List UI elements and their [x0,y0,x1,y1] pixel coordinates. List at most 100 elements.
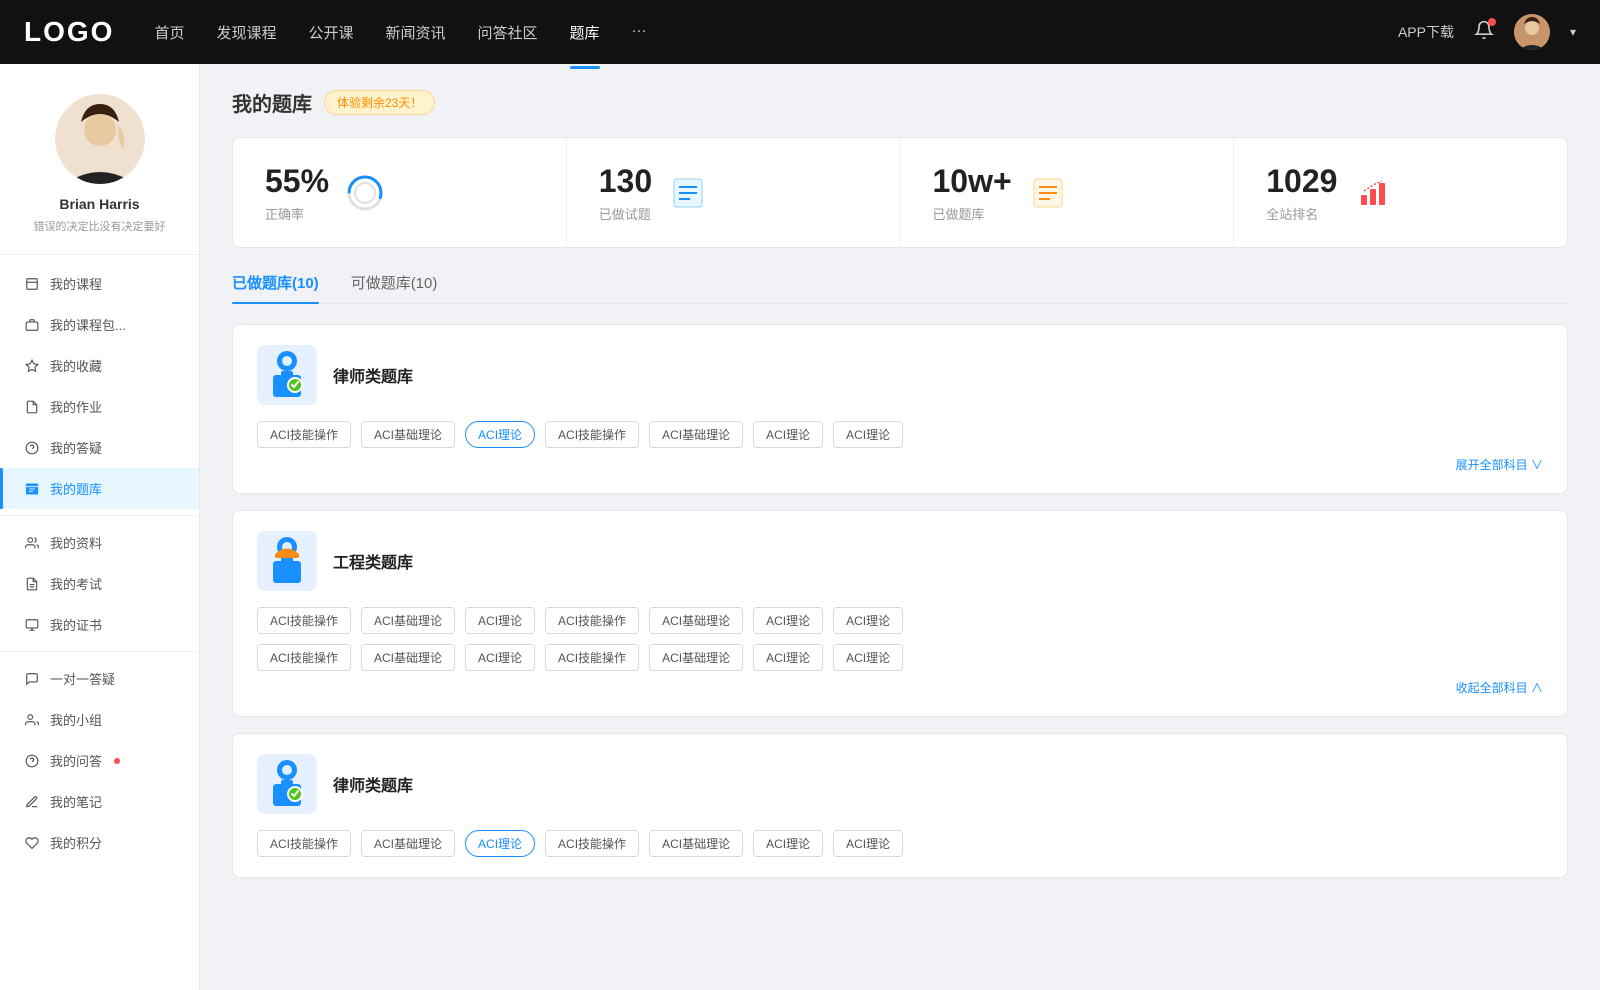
tag-1-4[interactable]: ACI基础理论 [649,421,743,448]
nav-menu: 首页 发现课程 公开课 新闻资讯 问答社区 题库 ··· [154,18,1398,47]
sidebar-label-one-one: 一对一答疑 [50,669,115,688]
tag-2-13[interactable]: ACI理论 [833,644,903,671]
sidebar-item-my-exam[interactable]: 我的考试 [0,563,199,604]
sidebar-label-cert: 我的证书 [50,615,102,634]
favorites-icon [24,358,40,374]
tag-2-10[interactable]: ACI技能操作 [545,644,639,671]
sidebar-label-answers: 我的问答 [50,751,102,770]
sidebar-item-one-one-qa[interactable]: 一对一答疑 [0,658,199,699]
sidebar-label-data: 我的资料 [50,533,102,552]
sidebar-item-my-points[interactable]: 我的积分 [0,822,199,863]
sidebar-label-exam: 我的考试 [50,574,102,593]
tag-3-0[interactable]: ACI技能操作 [257,830,351,857]
tab-available-banks[interactable]: 可做题库(10) [351,272,438,303]
nav-discover[interactable]: 发现课程 [216,18,276,47]
avatar[interactable] [1514,14,1550,50]
navbar: LOGO 首页 发现课程 公开课 新闻资讯 问答社区 题库 ··· APP下载 [0,0,1600,64]
bank-card-lawyer-2: 律师类题库 ACI技能操作 ACI基础理论 ACI理论 ACI技能操作 ACI基… [232,733,1568,878]
nav-home[interactable]: 首页 [154,18,184,47]
my-data-icon [24,535,40,551]
stat-banks-text: 10w+ 已做题库 [933,162,1012,223]
tag-3-4[interactable]: ACI基础理论 [649,830,743,857]
tag-2-8[interactable]: ACI基础理论 [361,644,455,671]
my-qa-icon [24,440,40,456]
one-one-qa-icon [24,671,40,687]
app-download-link[interactable]: APP下载 [1398,22,1454,42]
sidebar-motto: 错误的决定比没有决定要好 [34,218,166,234]
navbar-right: APP下载 ▾ [1398,14,1576,50]
sidebar-username: Brian Harris [59,196,139,212]
course-packs-icon [24,317,40,333]
sidebar-label-courses: 我的课程 [50,274,102,293]
stat-correct-text: 55% 正确率 [265,162,329,223]
stat-banks-label: 已做题库 [933,204,1012,223]
my-courses-icon [24,276,40,292]
user-menu-chevron[interactable]: ▾ [1570,25,1576,39]
sidebar-avatar[interactable] [55,94,145,184]
bank-card-header-1: 律师类题库 [257,345,1543,405]
nav-news[interactable]: 新闻资讯 [386,18,446,47]
nav-bank[interactable]: 题库 [570,18,600,47]
tag-3-6[interactable]: ACI理论 [833,830,903,857]
sidebar-label-packs: 我的课程包... [50,315,126,334]
tag-2-4[interactable]: ACI基础理论 [649,607,743,634]
tag-2-3[interactable]: ACI技能操作 [545,607,639,634]
tag-2-9[interactable]: ACI理论 [465,644,535,671]
logo: LOGO [24,16,114,48]
tag-2-0[interactable]: ACI技能操作 [257,607,351,634]
tag-2-2[interactable]: ACI理论 [465,607,535,634]
site-rank-icon [1353,173,1393,213]
sidebar-label-points: 我的积分 [50,833,102,852]
tag-1-5[interactable]: ACI理论 [753,421,823,448]
tag-3-5[interactable]: ACI理论 [753,830,823,857]
sidebar-item-my-courses[interactable]: 我的课程 [0,263,199,304]
sidebar-item-my-cert[interactable]: 我的证书 [0,604,199,645]
sidebar-item-course-packs[interactable]: 我的课程包... [0,304,199,345]
stat-done-label: 已做试题 [599,204,652,223]
answers-red-dot [114,758,120,764]
nav-qa[interactable]: 问答社区 [478,18,538,47]
tag-1-0[interactable]: ACI技能操作 [257,421,351,448]
sidebar-menu: 我的课程 我的课程包... 我的收藏 我的作业 [0,255,199,863]
nav-more[interactable]: ··· [632,18,647,47]
sidebar-item-my-qa[interactable]: 我的答疑 [0,427,199,468]
notification-bell[interactable] [1474,20,1494,45]
tag-1-3[interactable]: ACI技能操作 [545,421,639,448]
tag-3-3[interactable]: ACI技能操作 [545,830,639,857]
tags-row-3: ACI技能操作 ACI基础理论 ACI理论 ACI技能操作 ACI基础理论 AC… [257,830,1543,857]
tag-3-2[interactable]: ACI理论 [465,830,535,857]
sidebar-item-homework[interactable]: 我的作业 [0,386,199,427]
stats-row: 55% 正确率 130 已做试题 [232,137,1568,248]
tag-1-2[interactable]: ACI理论 [465,421,535,448]
tag-2-11[interactable]: ACI基础理论 [649,644,743,671]
tag-1-6[interactable]: ACI理论 [833,421,903,448]
tag-1-1[interactable]: ACI基础理论 [361,421,455,448]
sidebar-item-my-notes[interactable]: 我的笔记 [0,781,199,822]
tag-2-1[interactable]: ACI基础理论 [361,607,455,634]
bank-title-3: 律师类题库 [333,772,413,796]
nav-open-course[interactable]: 公开课 [308,18,353,47]
tag-2-12[interactable]: ACI理论 [753,644,823,671]
sidebar-item-my-answers[interactable]: 我的问答 [0,740,199,781]
sidebar-divider-1 [0,515,199,516]
tag-3-1[interactable]: ACI基础理论 [361,830,455,857]
tag-2-6[interactable]: ACI理论 [833,607,903,634]
tags-row-1: ACI技能操作 ACI基础理论 ACI理论 ACI技能操作 ACI基础理论 AC… [257,421,1543,448]
tag-2-7[interactable]: ACI技能操作 [257,644,351,671]
page-header: 我的题库 体验剩余23天！ [232,88,1568,117]
sidebar-item-my-group[interactable]: 我的小组 [0,699,199,740]
stat-correct-value: 55% [265,162,329,200]
stat-rank-value: 1029 [1266,162,1337,200]
expand-link-1[interactable]: 展开全部科目 ∨ [257,456,1543,473]
tab-done-banks[interactable]: 已做题库(10) [232,272,319,303]
stat-done-value: 130 [599,162,652,200]
collapse-link-2[interactable]: 收起全部科目 ∧ [257,679,1543,696]
tag-2-5[interactable]: ACI理论 [753,607,823,634]
sidebar-item-favorites[interactable]: 我的收藏 [0,345,199,386]
done-banks-icon [1028,173,1068,213]
tags-row-2-2: ACI技能操作 ACI基础理论 ACI理论 ACI技能操作 ACI基础理论 AC… [257,644,1543,671]
stat-done-questions: 130 已做试题 [567,138,901,247]
stat-rank-text: 1029 全站排名 [1266,162,1337,223]
sidebar-item-my-data[interactable]: 我的资料 [0,522,199,563]
sidebar-item-my-bank[interactable]: 我的题库 [0,468,199,509]
